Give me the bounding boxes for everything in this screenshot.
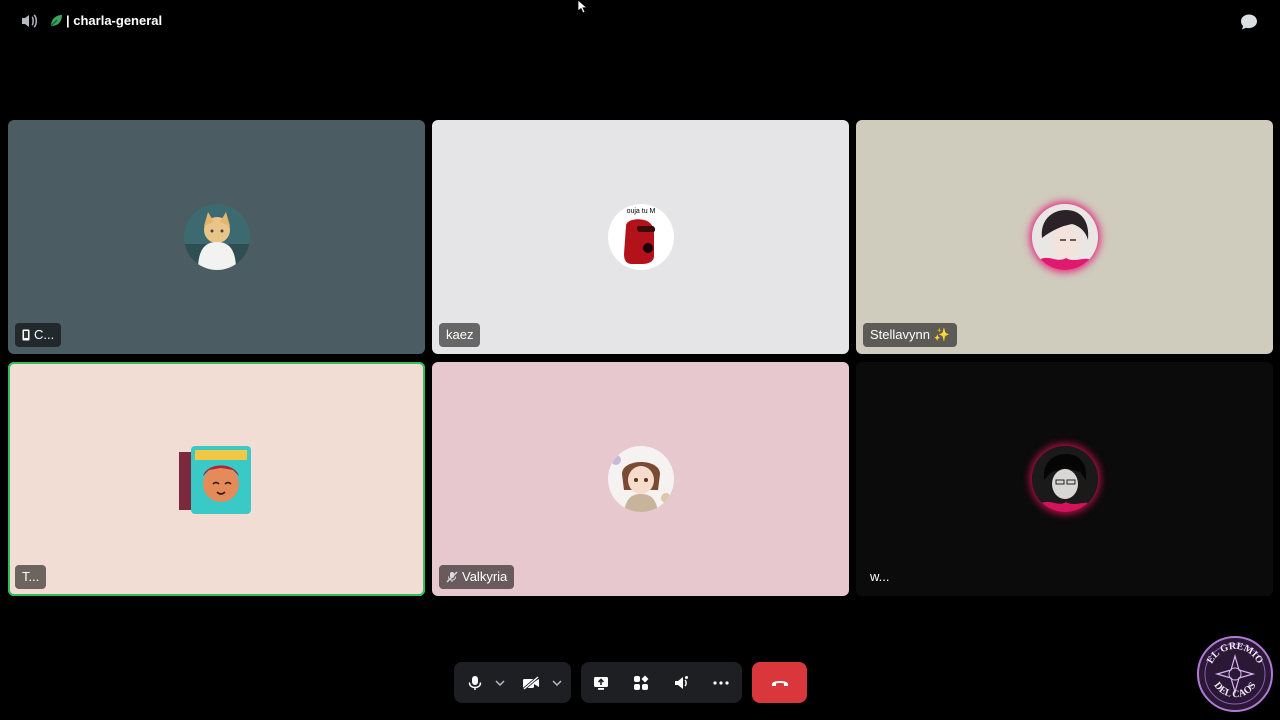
- participant-name: Valkyria: [462, 569, 508, 584]
- participant-name: Stellavynn ✨: [870, 327, 950, 342]
- mouse-cursor-icon: [577, 0, 589, 14]
- microphone-icon: [468, 675, 482, 691]
- audio-video-controls: [454, 662, 571, 703]
- muted-mic-icon: [446, 571, 458, 583]
- participant-tile[interactable]: w...: [856, 362, 1273, 596]
- participant-tile[interactable]: ouja tu M kaez: [432, 120, 849, 354]
- participant-tile-speaking[interactable]: T...: [8, 362, 425, 596]
- mic-options-button[interactable]: [492, 662, 508, 703]
- participant-name-tag: C...: [15, 323, 62, 347]
- hang-up-icon: [771, 674, 789, 692]
- participant-name: C...: [34, 327, 55, 342]
- participant-name: kaez: [446, 327, 474, 342]
- activities-button[interactable]: [629, 662, 653, 703]
- participant-name-tag: T...: [15, 565, 47, 589]
- camera-off-icon: [522, 675, 540, 690]
- participant-avatar: [607, 446, 674, 512]
- participant-avatar: ouja tu M: [607, 204, 674, 270]
- participant-tile[interactable]: Valkyria: [432, 362, 849, 596]
- participant-avatar: [1031, 446, 1098, 512]
- channel-name: | charla-general: [66, 13, 163, 28]
- server-logo-watermark: EL GREMIO DEL CAOS: [1196, 634, 1274, 714]
- activity-controls: [581, 662, 742, 703]
- chevron-down-icon: [552, 679, 562, 686]
- participant-name: T...: [22, 569, 40, 584]
- participant-avatar: [183, 204, 250, 270]
- speaker-icon[interactable]: [20, 13, 38, 29]
- participant-name-tag: Valkyria: [439, 565, 515, 589]
- avatar-caption: ouja tu M: [626, 208, 655, 215]
- microphone-button[interactable]: [462, 662, 488, 703]
- participant-name-tag: w...: [863, 565, 897, 589]
- participant-avatar: [1031, 204, 1098, 270]
- participant-avatar: [176, 440, 257, 518]
- soundboard-button[interactable]: [669, 662, 693, 703]
- leaf-channel-icon: [48, 13, 64, 29]
- screen-share-icon: [593, 675, 609, 691]
- participant-name-tag: kaez: [439, 323, 481, 347]
- participant-tile[interactable]: Stellavynn ✨: [856, 120, 1273, 354]
- activities-icon: [633, 675, 649, 691]
- call-header: | charla-general: [0, 0, 1280, 42]
- screen-share-button[interactable]: [589, 662, 613, 703]
- more-options-button[interactable]: [709, 662, 733, 703]
- mobile-phone-icon: [22, 329, 30, 341]
- hang-up-button[interactable]: [752, 662, 807, 703]
- participant-tile[interactable]: C...: [8, 120, 425, 354]
- participant-name-tag: Stellavynn ✨: [863, 323, 957, 347]
- camera-button[interactable]: [518, 662, 544, 703]
- soundboard-icon: [673, 675, 689, 691]
- more-options-icon: [713, 680, 729, 685]
- chevron-down-icon: [495, 679, 505, 686]
- participant-name: w...: [870, 569, 890, 584]
- camera-options-button[interactable]: [549, 662, 565, 703]
- chat-bubble-icon[interactable]: [1240, 13, 1258, 31]
